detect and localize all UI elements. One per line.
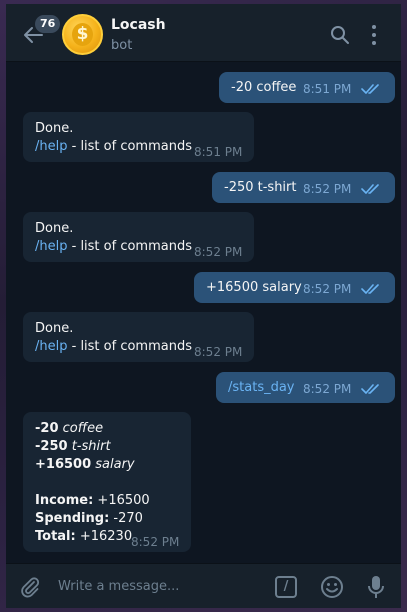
stats-total: Total: +16230 xyxy=(35,528,132,546)
help-command-link[interactable]: /help xyxy=(35,139,67,154)
help-command-link[interactable]: /help xyxy=(35,339,67,354)
message-bubble-incoming[interactable]: Done. /help - list of commands 8:52 PM xyxy=(23,212,254,262)
stats-day-command-link[interactable]: /stats_day xyxy=(228,379,295,397)
message-text: Done. xyxy=(35,121,74,136)
message-bubble-incoming[interactable]: Done. /help - list of commands 8:52 PM xyxy=(23,312,254,362)
message-line: /help - list of commands xyxy=(35,338,192,356)
message-time: 8:51 PM xyxy=(303,82,352,96)
entry-label: t-shirt xyxy=(71,439,111,454)
total-value: +16500 xyxy=(93,493,150,508)
chat-window: 76 $ Locash bot -20 coffee 8:51 PM Done.… xyxy=(6,4,401,608)
message-line: /help - list of commands xyxy=(35,238,192,256)
stats-entry: -250 t-shirt xyxy=(35,438,111,456)
message-bubble-incoming[interactable]: Done. /help - list of commands 8:51 PM xyxy=(23,112,254,162)
more-options-icon[interactable] xyxy=(370,24,378,46)
dollar-coin-icon: $ xyxy=(72,23,93,46)
double-check-icon xyxy=(361,384,379,394)
chat-title[interactable]: Locash xyxy=(111,17,166,33)
message-bubble-outgoing[interactable]: -250 t-shirt 8:52 PM xyxy=(212,172,395,203)
message-bubble-outgoing[interactable]: /stats_day 8:52 PM xyxy=(216,372,395,403)
stats-entry: -20 coffee xyxy=(35,420,103,438)
bot-commands-icon[interactable]: / xyxy=(275,576,297,598)
message-time: 8:52 PM xyxy=(194,345,243,359)
microphone-icon[interactable] xyxy=(368,575,384,599)
message-text: Done. xyxy=(35,221,74,236)
message-text: Done. xyxy=(35,321,74,336)
total-label: Total: xyxy=(35,529,76,544)
message-line: /help - list of commands xyxy=(35,138,192,156)
total-value: -270 xyxy=(109,511,143,526)
message-text: +16500 salary xyxy=(206,280,302,295)
message-text: - list of commands xyxy=(67,239,192,254)
entry-amount: +16500 xyxy=(35,457,92,472)
entry-label: coffee xyxy=(62,421,104,436)
stats-total: Spending: -270 xyxy=(35,510,143,528)
total-label: Spending: xyxy=(35,511,110,526)
search-icon[interactable] xyxy=(330,25,350,45)
paperclip-icon[interactable] xyxy=(19,576,41,598)
stats-total: Income: +16500 xyxy=(35,492,150,510)
avatar[interactable]: $ xyxy=(62,14,103,55)
message-text: -250 t-shirt xyxy=(224,180,297,195)
chat-status: bot xyxy=(111,38,133,53)
message-time: 8:52 PM xyxy=(131,535,180,549)
total-value: +16230 xyxy=(75,529,133,544)
message-bubble-outgoing[interactable]: -20 coffee 8:51 PM xyxy=(219,72,395,103)
message-time: 8:51 PM xyxy=(194,145,243,159)
unread-count-badge: 76 xyxy=(35,15,61,33)
double-check-icon xyxy=(361,284,379,294)
message-time: 8:52 PM xyxy=(303,182,352,196)
message-input[interactable] xyxy=(58,575,258,597)
stats-entry: +16500 salary xyxy=(35,456,135,474)
message-text: - list of commands xyxy=(67,139,192,154)
emoji-icon[interactable] xyxy=(320,575,344,599)
entry-label: salary xyxy=(95,457,135,472)
message-text: -20 coffee xyxy=(231,80,297,95)
stats-message-bubble[interactable]: -20 coffee -250 t-shirt +16500 salary In… xyxy=(23,412,191,552)
message-time: 8:52 PM xyxy=(194,245,243,259)
entry-amount: -250 xyxy=(35,439,68,454)
message-bubble-outgoing[interactable]: +16500 salary 8:52 PM xyxy=(194,272,395,303)
double-check-icon xyxy=(361,184,379,194)
double-check-icon xyxy=(361,84,379,94)
help-command-link[interactable]: /help xyxy=(35,239,67,254)
total-label: Income: xyxy=(35,493,94,508)
entry-amount: -20 xyxy=(35,421,59,436)
chat-header: 76 $ Locash bot xyxy=(6,4,401,62)
message-time: 8:52 PM xyxy=(303,282,352,296)
message-text: - list of commands xyxy=(67,339,192,354)
message-time: 8:52 PM xyxy=(303,382,352,396)
message-composer: / xyxy=(6,563,401,608)
